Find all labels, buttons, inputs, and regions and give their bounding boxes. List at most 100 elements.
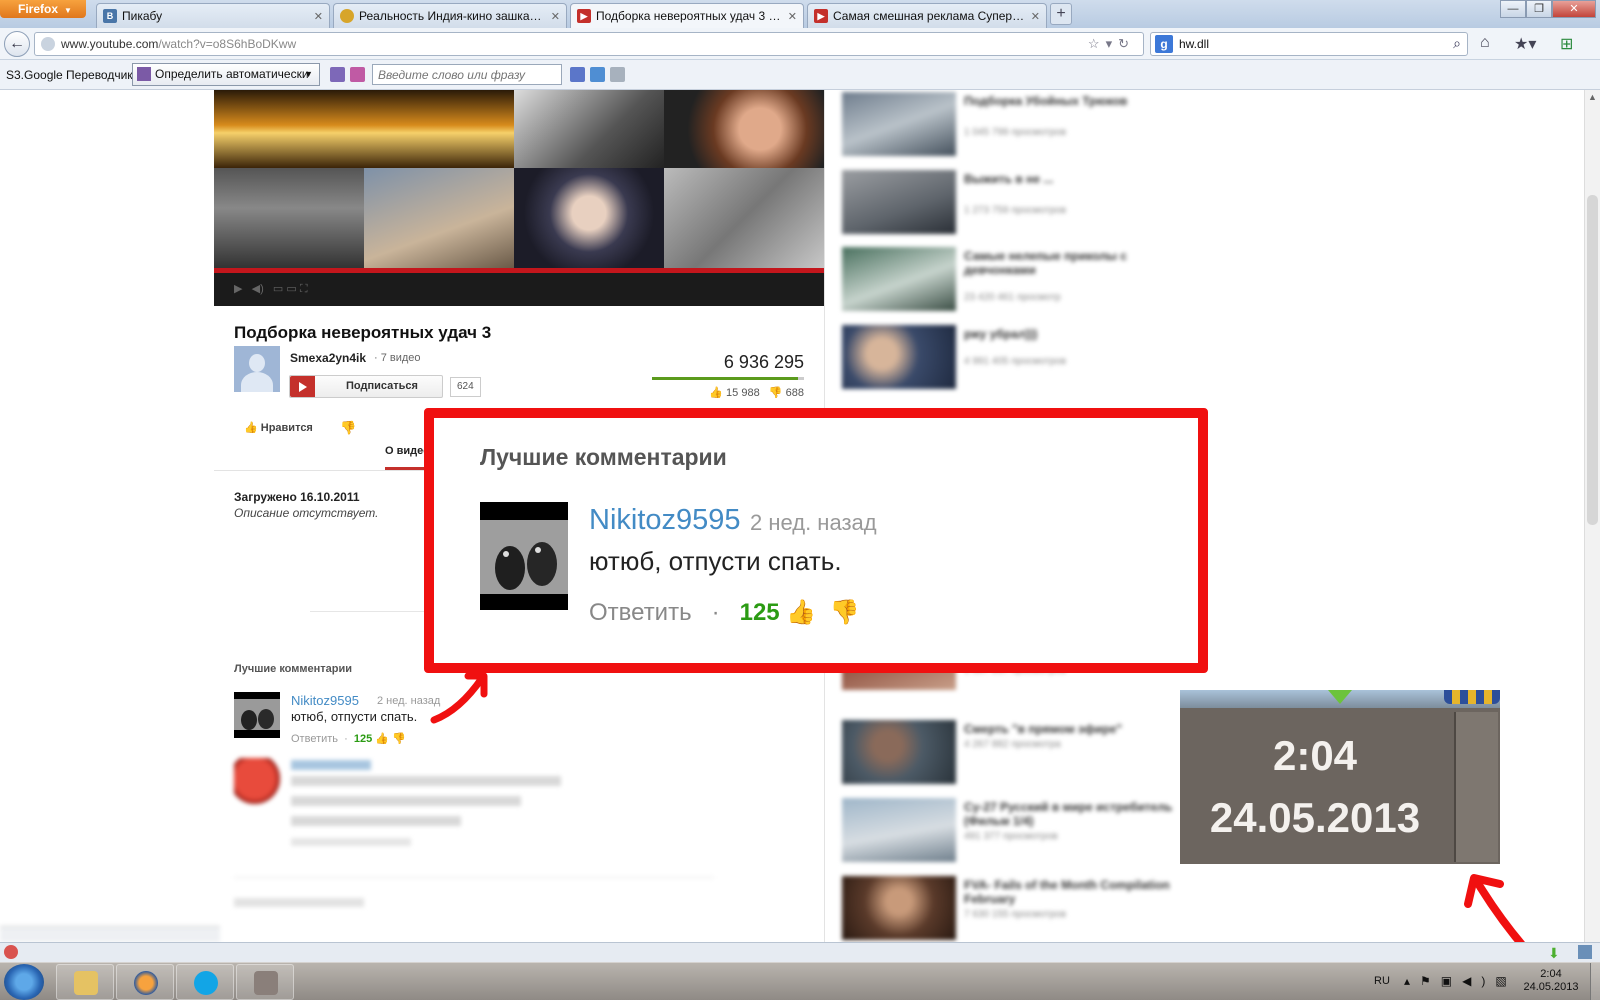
related-video[interactable]: Су-27 Русский в мире истребитель (Фильм …	[842, 798, 1202, 864]
show-desktop-button[interactable]	[1590, 963, 1600, 1000]
related-video[interactable]: ржу убрал))) 4 991 405 просмотров	[842, 325, 1202, 391]
related-video[interactable]: Смерть "в прямом эфире" 4 267 882 просмо…	[842, 720, 1202, 786]
navigation-bar: ← www.youtube.com/watch?v=o8S6hBoDKww ☆▾…	[0, 28, 1600, 60]
translate-icon	[137, 67, 151, 81]
tab-label: Подборка невероятных удач 3 - You...	[596, 9, 784, 23]
like-ratio-fill	[652, 377, 798, 380]
search-icon[interactable]: ⌕	[1453, 35, 1461, 52]
url-host: www.youtube.com	[61, 37, 159, 51]
subscriber-count: 624	[450, 377, 481, 397]
page-scrollbar[interactable]: ▲	[1584, 90, 1600, 942]
search-query: hw.dll	[1179, 37, 1210, 51]
tab-pikabu[interactable]: B Пикабу ✕	[96, 3, 330, 28]
close-icon[interactable]: ✕	[551, 10, 560, 23]
addon-icon[interactable]	[4, 945, 18, 959]
thumbs-up-icon[interactable]: 👍	[375, 733, 389, 745]
related-meta: 7 630 155 просмотров	[964, 909, 1067, 920]
tray-icons: ▴⚑▣◀)▧	[1404, 974, 1517, 988]
addon-icon[interactable]	[1578, 945, 1592, 959]
video-thumbnail	[842, 170, 956, 234]
bookmark-star-icon[interactable]: ☆▾↻	[1088, 36, 1135, 52]
scrollbar-thumb[interactable]	[1587, 195, 1598, 525]
dislike-button[interactable]: 👎	[340, 420, 356, 436]
addon-icon[interactable]: ⊞	[1560, 34, 1573, 54]
close-icon[interactable]: ✕	[314, 10, 323, 23]
tab-youtube-active[interactable]: ▶ Подборка невероятных удач 3 - You... ✕	[570, 3, 804, 28]
vk-icon: B	[103, 9, 117, 23]
minimize-button[interactable]: —	[1500, 0, 1526, 18]
zoomed-comments-heading: Лучшие комментарии	[480, 444, 727, 470]
zoomed-clock-time: 2:04	[1272, 732, 1358, 779]
subscribe-button[interactable]: Подписаться	[289, 375, 443, 398]
settings-icon[interactable]	[610, 67, 625, 82]
firefox-addon-bar: ⬇	[0, 942, 1600, 962]
status-url	[0, 926, 220, 942]
translate-page-icon[interactable]	[590, 67, 605, 82]
channel-name-link[interactable]: Smexa2yn4ik	[290, 351, 366, 365]
related-meta: 23 420 461 просмотр	[964, 292, 1061, 303]
language-select[interactable]: Определить автоматически ▼	[132, 63, 320, 86]
zoomed-comment-timestamp: 2 нед. назад	[750, 510, 877, 535]
likes-dislikes: 👍 15 988 👎 688	[700, 386, 804, 399]
top-comments-heading: Лучшие комментарии	[234, 663, 353, 675]
home-icon[interactable]: ⌂	[1480, 34, 1490, 52]
firefox-menu-button[interactable]: Firefox ▼	[0, 0, 86, 18]
address-bar[interactable]: www.youtube.com/watch?v=o8S6hBoDKww ☆▾↻	[34, 32, 1144, 56]
taskbar-firefox[interactable]	[116, 964, 174, 1000]
globe-icon	[41, 37, 55, 51]
video-thumbnail	[842, 720, 956, 784]
thumbs-down-icon: 👎	[768, 387, 783, 399]
taskbar-clock-date[interactable]: 24.05.2013	[1516, 981, 1586, 993]
taskbar-clock-time[interactable]: 2:04	[1516, 967, 1586, 981]
blurred-text	[291, 838, 411, 846]
video-player[interactable]: ▶ ◀) ▭ ▭ ⛶	[214, 90, 824, 306]
translate-input[interactable]	[372, 64, 562, 85]
video-frame	[514, 90, 664, 168]
related-video[interactable]: FVA- Fails of the Month Compilation Febr…	[842, 876, 1202, 942]
related-video[interactable]: Выжить в не ... 1 273 759 просмотров	[842, 170, 1202, 236]
maximize-button[interactable]: ❐	[1526, 0, 1552, 18]
video-frame	[364, 168, 514, 268]
taskbar-app[interactable]	[236, 964, 294, 1000]
like-button[interactable]: 👍 Нравится	[244, 421, 313, 434]
avatar[interactable]	[234, 346, 280, 392]
related-meta: 1 273 759 просмотров	[964, 205, 1067, 216]
reply-link[interactable]: Ответить	[291, 733, 338, 745]
language-indicator[interactable]: RU	[1374, 975, 1390, 987]
blurred-text	[234, 898, 364, 907]
bookmarks-icon[interactable]: ★▾	[1514, 34, 1536, 54]
related-meta: 4 267 882 просмотра	[964, 739, 1061, 750]
show-desktop-button	[1454, 712, 1498, 862]
start-button[interactable]	[4, 964, 44, 1000]
dictionary-icon[interactable]	[350, 67, 365, 82]
firefox-icon	[134, 971, 158, 995]
related-meta: 4 991 405 просмотров	[964, 356, 1067, 367]
thumbs-up-icon: 👍	[244, 422, 258, 434]
comment-author-link[interactable]: Nikitoz9595	[291, 693, 359, 708]
channel-video-count: · 7 видео	[374, 352, 421, 364]
taskbar-skype[interactable]	[176, 964, 234, 1000]
new-tab-button[interactable]: +	[1050, 3, 1072, 25]
font-icon[interactable]	[570, 67, 585, 82]
close-icon[interactable]: ✕	[788, 10, 797, 23]
thumbs-down-icon[interactable]: 👎	[392, 733, 406, 745]
chevron-up-icon[interactable]: ▲	[1588, 92, 1597, 102]
related-title: Подборка Убойных Трюков	[964, 94, 1128, 108]
close-window-button[interactable]: ✕	[1552, 0, 1596, 18]
red-arrow-comment	[430, 672, 488, 724]
back-button[interactable]: ←	[4, 31, 30, 57]
taskbar-explorer[interactable]	[56, 964, 114, 1000]
download-arrow-icon[interactable]: ⬇	[1548, 945, 1560, 962]
video-frame	[664, 168, 824, 268]
tab-superbowl[interactable]: ▶ Самая смешная реклама Суперкуб... ✕	[807, 3, 1047, 28]
search-bar[interactable]: g hw.dll ⌕	[1150, 32, 1468, 56]
close-icon[interactable]: ✕	[1031, 10, 1040, 23]
related-video[interactable]: Подборка Убойных Трюков 1 045 799 просмо…	[842, 92, 1202, 158]
swap-icon[interactable]	[330, 67, 345, 82]
tab-label: Реальность Индия-кино зашкалива...	[359, 9, 547, 23]
related-video[interactable]: Самые нелепые приколы с девчонками 23 42…	[842, 247, 1202, 313]
thumbs-up-icon: 👍	[709, 387, 723, 399]
video-frame	[214, 168, 364, 268]
comment-avatar[interactable]	[234, 692, 280, 738]
tab-india[interactable]: Реальность Индия-кино зашкалива... ✕	[333, 3, 567, 28]
